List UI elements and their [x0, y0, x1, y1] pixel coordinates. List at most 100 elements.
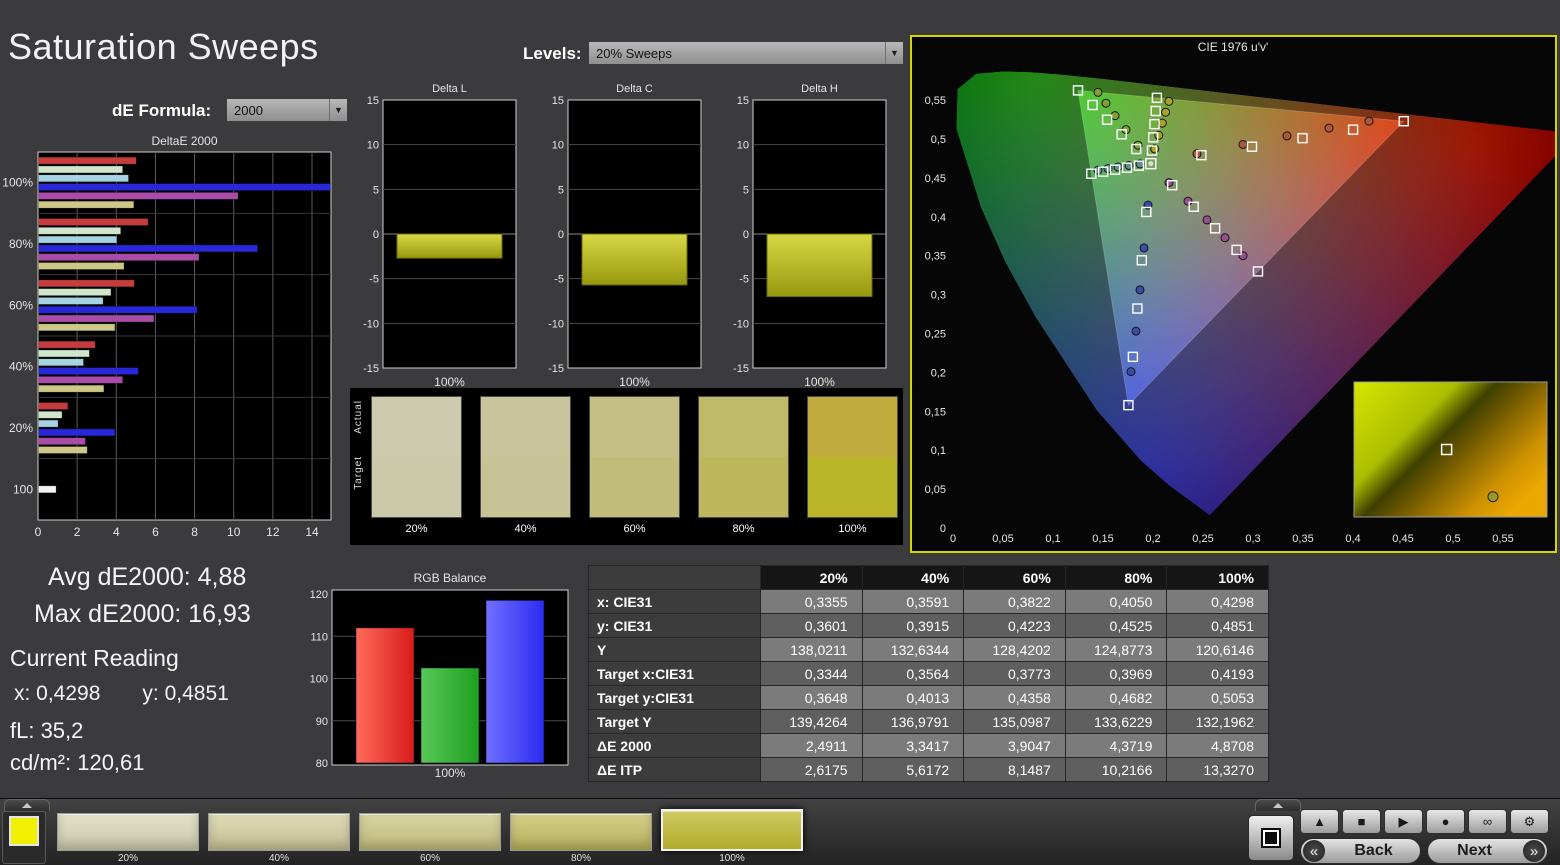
table-cell: 132,1962 [1166, 709, 1269, 734]
table-cell: 0,3915 [861, 613, 965, 638]
stop-button[interactable]: ■ [1342, 809, 1381, 834]
pattern-swatch-button-100%[interactable] [661, 809, 803, 851]
table-cell: 0,3601 [760, 613, 863, 638]
swatch-row-label-target: Target [353, 456, 364, 490]
table-row-label: y: CIE31 [588, 613, 761, 638]
svg-text:0,4: 0,4 [1345, 533, 1360, 545]
table-cell: 4,8708 [1166, 733, 1269, 758]
svg-text:12: 12 [266, 525, 280, 539]
chevron-down-icon: ▼ [885, 42, 903, 64]
swatch-actual-color [372, 397, 461, 457]
pattern-swatch-label: 60% [419, 853, 440, 864]
svg-text:10: 10 [227, 525, 241, 539]
swatch-target-color [699, 457, 788, 517]
stop-square-icon [1261, 828, 1281, 848]
delta-l-chart: Delta L 15 10 5 0 -5 -10 -15 100% [363, 83, 517, 389]
svg-text:100: 100 [13, 482, 33, 496]
max-de2000-stat: Max dE2000: 16,93 [34, 600, 251, 628]
table-cell: 0,3648 [760, 685, 863, 710]
table-cell: 2,6175 [760, 757, 863, 782]
play-button[interactable]: ▶ [1384, 809, 1423, 834]
eject-button[interactable]: ▲ [1300, 809, 1339, 834]
next-arrows-icon: » [1523, 840, 1545, 862]
table-cell: 0,3591 [861, 589, 965, 614]
svg-text:0: 0 [35, 525, 42, 539]
pattern-swatch-button-80%[interactable] [510, 813, 652, 851]
settings-button[interactable]: ⚙ [1510, 809, 1549, 834]
pattern-swatch-label: 20% [117, 853, 138, 864]
table-row: Y 138,0211 132,6344 128,4202 124,8773 120,614… [588, 637, 1269, 662]
levels-dropdown[interactable]: 20% Sweeps ▼ [588, 41, 904, 65]
table-col-header: 80% [1064, 565, 1168, 590]
delta-h-chart: Delta H 15 10 5 0 -5 -10 -15 100% [733, 83, 887, 389]
table-cell: 5,6172 [861, 757, 965, 782]
svg-text:20%: 20% [9, 421, 33, 435]
current-color-chip[interactable] [9, 816, 39, 846]
svg-text:110: 110 [310, 631, 328, 643]
svg-text:0,4: 0,4 [931, 212, 946, 224]
deltae2000-bar-chart: DeltaE 2000 0 2 4 6 8 10 12 14 100% 80% 60% 40% 20% 10… [2, 134, 332, 539]
swatch-target-color [481, 457, 570, 517]
table-row: y: CIE31 0,3601 0,3915 0,4223 0,4525 0,4851 [588, 613, 1269, 638]
svg-text:0,55: 0,55 [925, 95, 946, 107]
table-cell: 133,6229 [1064, 709, 1168, 734]
svg-text:-15: -15 [363, 363, 379, 375]
table-cell: 3,9047 [963, 733, 1066, 758]
pattern-swatch-button-60%[interactable] [359, 813, 501, 851]
next-button[interactable]: Next » [1427, 838, 1548, 864]
y-reading: y: 0,4851 [142, 682, 229, 705]
svg-text:6: 6 [152, 525, 159, 539]
next-button-label: Next [1457, 842, 1492, 859]
bottom-pattern-bar: « Back Next » 20% 40% 60% 80% 100% ▲ ■ ▶ ● ∞ ⚙ [0, 798, 1560, 865]
rgb-balance-chart: RGB Balance 80 90 100 110 120 100% [310, 571, 569, 780]
svg-text:5: 5 [743, 184, 749, 196]
table-col-header: 60% [963, 565, 1066, 590]
collapse-tab-right[interactable] [1255, 799, 1301, 811]
table-cell: 8,1487 [963, 757, 1066, 782]
svg-text:15: 15 [552, 95, 564, 107]
table-cell: 0,4358 [963, 685, 1066, 710]
svg-text:0,55: 0,55 [1492, 533, 1513, 545]
swatch-target-color [372, 457, 461, 517]
table-cell: 0,3969 [1064, 661, 1168, 686]
table-cell: 0,5053 [1166, 685, 1269, 710]
table-corner-cell [588, 565, 761, 590]
collapse-tab-left[interactable] [4, 799, 50, 811]
table-cell: 0,4682 [1064, 685, 1168, 710]
pattern-swatch-button-20%[interactable] [57, 813, 199, 851]
table-cell: 0,3564 [861, 661, 965, 686]
swatch-actual-color [808, 397, 897, 457]
svg-text:5: 5 [373, 184, 379, 196]
saturation-swatch-20% [371, 396, 462, 518]
svg-text:60%: 60% [9, 298, 33, 312]
back-arrows-icon: « [1303, 840, 1325, 862]
table-col-header: 20% [760, 565, 863, 590]
swatch-label: 100% [838, 523, 867, 535]
svg-text:15: 15 [737, 95, 749, 107]
svg-text:100%: 100% [2, 176, 33, 190]
continuous-button[interactable]: ∞ [1468, 809, 1507, 834]
svg-text:-5: -5 [369, 274, 379, 286]
table-cell: 0,3773 [963, 661, 1066, 686]
stop-measure-button[interactable] [1248, 815, 1294, 861]
table-row: x: CIE31 0,3355 0,3591 0,3822 0,4050 0,4298 [588, 589, 1269, 614]
svg-text:0,45: 0,45 [925, 173, 946, 185]
table-col-header: 40% [861, 565, 965, 590]
svg-text:40%: 40% [9, 360, 33, 374]
table-row-label: Target Y [588, 709, 761, 734]
table-cell: 2,4911 [760, 733, 863, 758]
chevron-down-icon: ▼ [329, 99, 347, 121]
swatch-actual-color [699, 397, 788, 457]
table-cell: 0,3822 [963, 589, 1066, 614]
table-row: Target y:CIE31 0,3648 0,4013 0,4358 0,4682 0,… [588, 685, 1269, 710]
de-formula-dropdown[interactable]: 2000 ▼ [226, 98, 348, 122]
table-row-label: ΔE 2000 [588, 733, 761, 758]
table-cell: 0,4298 [1166, 589, 1269, 614]
svg-text:0,2: 0,2 [931, 367, 946, 379]
pattern-swatch-button-40%[interactable] [208, 813, 350, 851]
record-button[interactable]: ● [1426, 809, 1465, 834]
saturation-swatch-100% [807, 396, 898, 518]
page-title: Saturation Sweeps [8, 26, 319, 67]
back-button[interactable]: « Back [1300, 838, 1421, 864]
table-cell: 128,4202 [963, 637, 1066, 662]
